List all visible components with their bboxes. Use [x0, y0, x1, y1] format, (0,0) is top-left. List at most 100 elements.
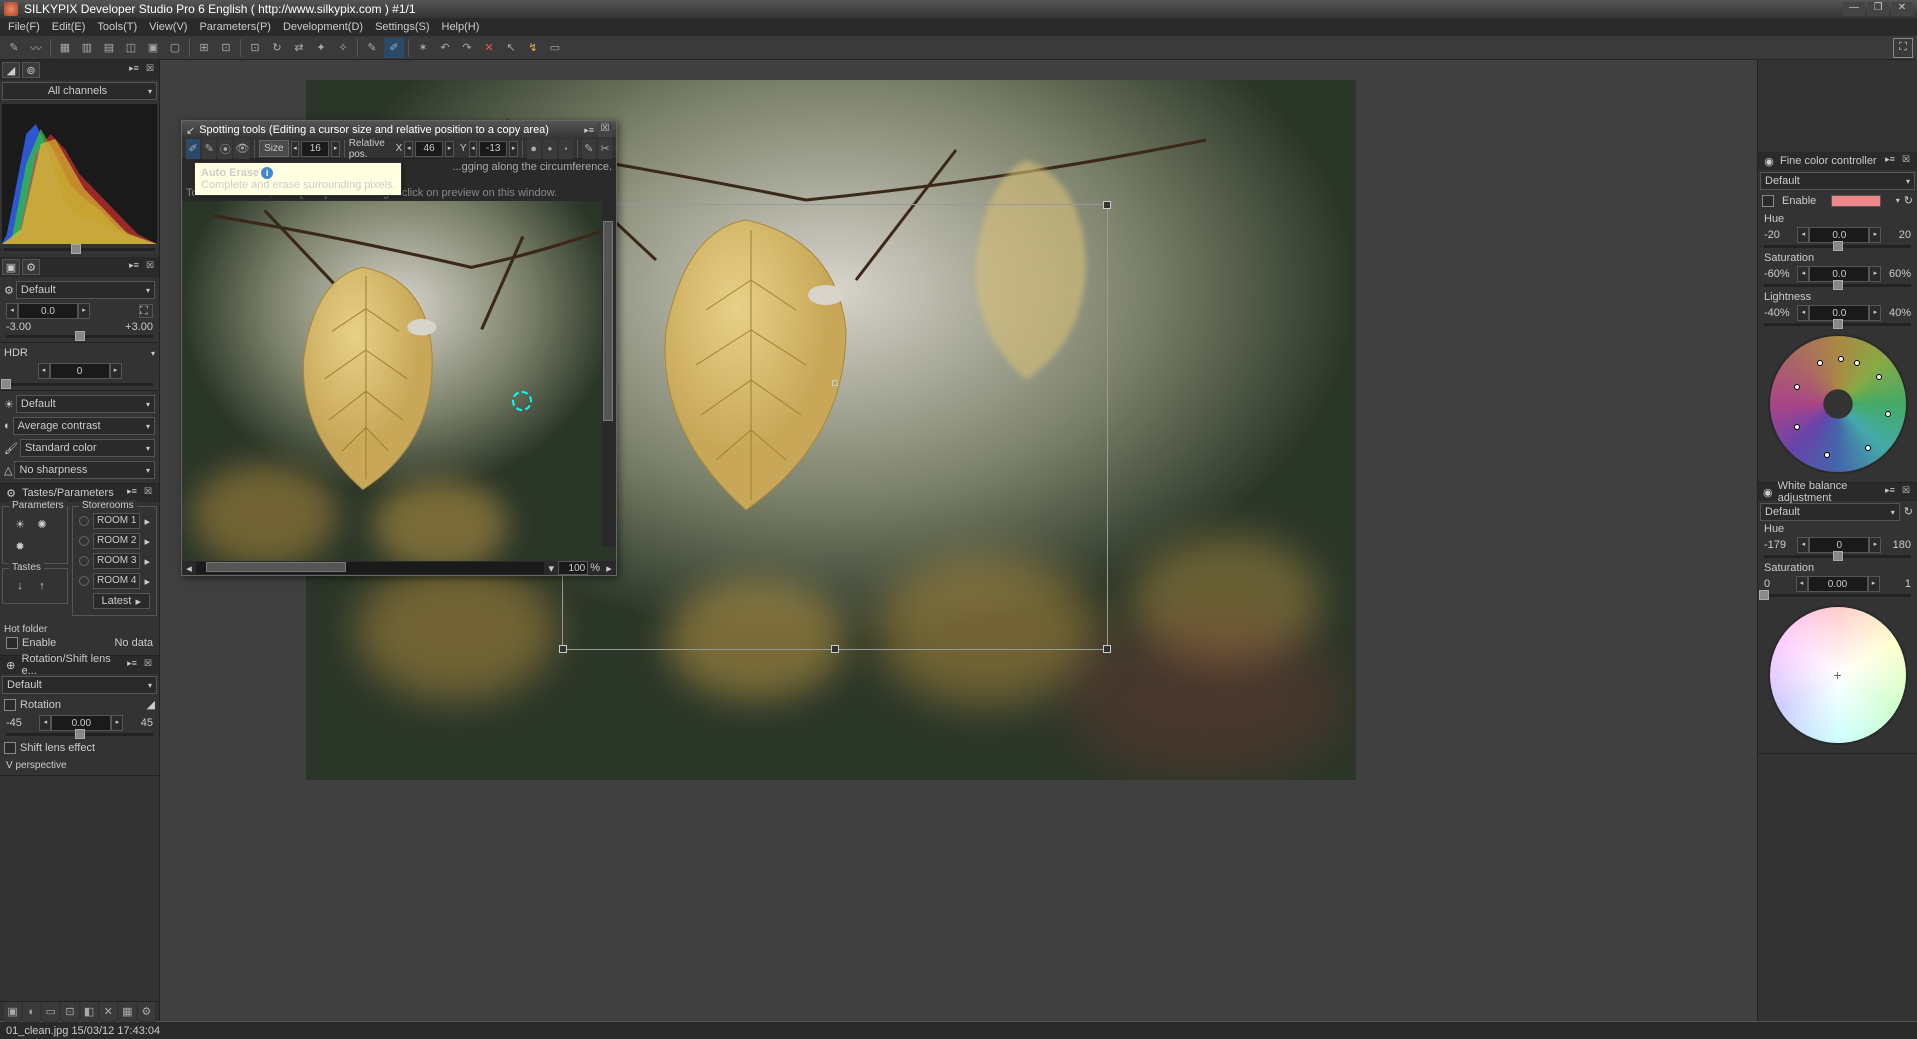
y-input[interactable] [479, 141, 507, 157]
menu-parameters[interactable]: Parameters(P) [195, 20, 275, 34]
room4-button[interactable]: ROOM 4 [93, 573, 140, 589]
bt2-icon[interactable]: ◐ [23, 1002, 40, 1022]
hdr-dec-icon[interactable]: ◂ [38, 363, 50, 379]
wand-x-icon[interactable]: ✂ [598, 139, 612, 159]
wb-sat-slider[interactable] [1764, 594, 1911, 597]
maximize-button[interactable]: ❐ [1867, 2, 1889, 16]
tastes-dock-icon[interactable]: ▸≡ [125, 486, 139, 500]
latest-button[interactable]: Latest▸ [93, 593, 151, 609]
exposure-tab-icon[interactable]: ▣ [2, 259, 20, 275]
wand-icon[interactable]: ✧ [333, 38, 353, 58]
wb-sat-input[interactable] [1808, 576, 1868, 592]
hscroll-down-icon[interactable]: ▾ [544, 562, 558, 575]
panel-dock-icon[interactable]: ▸≡ [127, 63, 141, 77]
flip-icon[interactable]: ⇄ [289, 38, 309, 58]
room1-button[interactable]: ROOM 1 [93, 513, 140, 529]
exposure-inc-icon[interactable]: ▸ [78, 303, 90, 319]
levels-icon[interactable]: ◢ [147, 698, 155, 711]
grid2-icon[interactable]: ▥ [77, 38, 97, 58]
wb-default-dropdown[interactable]: Default▾ [1760, 503, 1900, 521]
zoom-chevron-icon[interactable]: ▸ [602, 562, 616, 575]
size-input[interactable] [301, 141, 329, 157]
hdr-slider[interactable] [6, 383, 153, 386]
fc-close-icon[interactable]: ☒ [1899, 154, 1913, 168]
menu-tools[interactable]: Tools(T) [93, 20, 141, 34]
circle-med-icon[interactable]: ● [543, 139, 557, 159]
wb-lock-icon[interactable]: ↻ [1902, 503, 1915, 521]
fc-dock-icon[interactable]: ▸≡ [1883, 154, 1897, 168]
menu-file[interactable]: File(F) [4, 20, 44, 34]
panel-close2-icon[interactable]: ☒ [143, 260, 157, 274]
fullscreen-icon[interactable]: ⛶ [1893, 38, 1913, 58]
bt3-icon[interactable]: ▭ [42, 1002, 59, 1022]
grid1-icon[interactable]: ▦ [55, 38, 75, 58]
room4-play-icon[interactable]: ▸ [144, 575, 150, 588]
wand3-icon[interactable]: ✎ [582, 139, 596, 159]
wb-close-icon[interactable]: ☒ [1899, 485, 1913, 499]
spot-icon[interactable]: ✐ [384, 38, 404, 58]
size-button[interactable]: Size [259, 140, 288, 157]
exposure-preset-icon[interactable]: ⛶ [139, 304, 153, 318]
crop-icon[interactable]: ⊡ [245, 38, 265, 58]
rotate-icon[interactable]: ↻ [267, 38, 287, 58]
menu-view[interactable]: View(V) [145, 20, 191, 34]
fc-swatch-chevron-icon[interactable]: ▾ [1896, 196, 1900, 205]
spot-erase-icon[interactable]: ✐ [186, 139, 200, 159]
sharpness-dropdown[interactable]: No sharpness▾ [14, 461, 155, 479]
room4-dot-icon[interactable] [79, 576, 89, 586]
bt5-icon[interactable]: ◧ [81, 1002, 98, 1022]
x-input[interactable] [415, 141, 443, 157]
brush-tool-icon[interactable]: ✎ [4, 38, 24, 58]
room1-play-icon[interactable]: ▸ [144, 515, 150, 528]
grid3-icon[interactable]: ▤ [99, 38, 119, 58]
param-sun-icon[interactable]: ☀ [11, 515, 29, 533]
spot-eye-icon[interactable]: 👁 [234, 139, 250, 159]
zoom-input[interactable] [558, 561, 588, 575]
spotting-dock-icon[interactable]: ▸≡ [584, 125, 594, 136]
pointer-icon[interactable]: ↖ [501, 38, 521, 58]
tastes-close-icon[interactable]: ☒ [141, 486, 155, 500]
bt8-icon[interactable]: ⚙ [138, 1002, 155, 1022]
panel-dock2-icon[interactable]: ▸≡ [127, 260, 141, 274]
close-button[interactable]: ✕ [1891, 2, 1913, 16]
grid4-icon[interactable]: ◫ [121, 38, 141, 58]
room3-dot-icon[interactable] [79, 556, 89, 566]
layout-icon[interactable]: ⊞ [194, 38, 214, 58]
hotfolder-enable-checkbox[interactable] [6, 637, 18, 649]
rotation-dock-icon[interactable]: ▸≡ [125, 658, 139, 672]
room1-dot-icon[interactable] [79, 516, 89, 526]
hdr-input[interactable] [50, 363, 110, 379]
fc-color-wheel[interactable] [1768, 334, 1908, 474]
taste-out-icon[interactable]: ↑ [33, 577, 51, 595]
room2-dot-icon[interactable] [79, 536, 89, 546]
room2-button[interactable]: ROOM 2 [93, 533, 140, 549]
spotting-close-icon[interactable]: ☒ [598, 123, 612, 137]
fc-default-dropdown[interactable]: Default▾ [1760, 172, 1915, 190]
wb-dock-icon[interactable]: ▸≡ [1883, 485, 1897, 499]
bt1-icon[interactable]: ▣ [4, 1002, 21, 1022]
fc-light-slider[interactable] [1764, 323, 1911, 326]
rotation-checkbox[interactable] [4, 699, 16, 711]
exposure-input[interactable] [18, 303, 78, 319]
fullview-icon[interactable]: ⊡ [216, 38, 236, 58]
taste-in-icon[interactable]: ↓ [11, 577, 29, 595]
fc-enable-checkbox[interactable] [1762, 195, 1774, 207]
exposure-tab2-icon[interactable]: ⚙ [22, 259, 40, 275]
wb-color-wheel[interactable]: + [1768, 605, 1908, 745]
scope-tab-icon[interactable]: ⊚ [22, 62, 40, 78]
curve-tool-icon[interactable]: 〰 [26, 38, 46, 58]
default-dropdown[interactable]: Default▾ [16, 395, 155, 413]
spot-pick-icon[interactable]: ⦿ [218, 139, 232, 159]
menu-help[interactable]: Help(H) [438, 20, 484, 34]
fc-hue-slider[interactable] [1764, 245, 1911, 248]
bt7-icon[interactable]: ▦ [119, 1002, 136, 1022]
rot-inc-icon[interactable]: ▸ [111, 715, 123, 731]
channels-dropdown[interactable]: All channels ▾ [2, 82, 157, 100]
arrow-right-icon[interactable]: ↷ [457, 38, 477, 58]
spot-brush-icon[interactable]: ✎ [202, 139, 216, 159]
grid5-icon[interactable]: ▣ [143, 38, 163, 58]
wand2-icon[interactable]: ✶ [413, 38, 433, 58]
pen-icon[interactable]: ✎ [362, 38, 382, 58]
hscroll-left-icon[interactable]: ◂ [182, 562, 196, 575]
grid6-icon[interactable]: ▢ [165, 38, 185, 58]
